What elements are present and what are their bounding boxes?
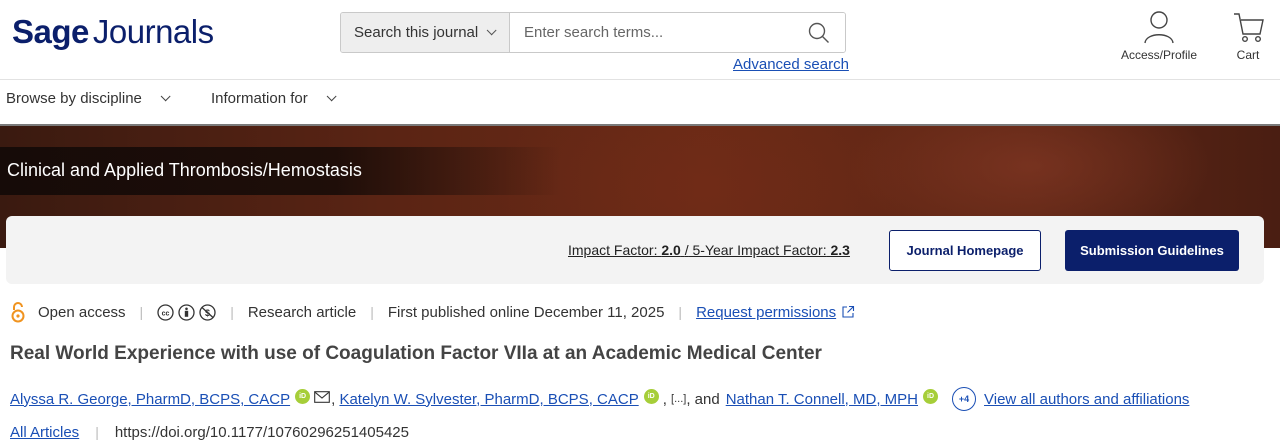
comma: , — [686, 390, 695, 408]
main-nav: Browse by discipline Information for — [0, 80, 1280, 124]
request-permissions-link[interactable]: Request permissions — [696, 304, 836, 321]
submission-guidelines-button[interactable]: Submission Guidelines — [1065, 230, 1239, 271]
comma: , — [662, 390, 672, 408]
access-profile-button[interactable]: Access/Profile — [1114, 10, 1204, 62]
authors-ellipsis[interactable]: [...] — [671, 393, 686, 405]
cart-icon — [1234, 13, 1264, 43]
five-year-impact-label: 5-Year Impact Factor: — [692, 242, 827, 258]
impact-factor-label: Impact Factor: — [568, 242, 658, 258]
user-icon — [1144, 11, 1174, 44]
separator: | — [139, 304, 144, 320]
nav-browse-by-discipline[interactable]: Browse by discipline — [6, 90, 171, 107]
author-link[interactable]: Nathan T. Connell, MD, MPH — [726, 391, 918, 408]
site-header: SageJournals Search this journal Advance… — [0, 0, 1280, 80]
article-links-row: All Articles | https://doi.org/10.1177/1… — [10, 422, 409, 442]
orcid-icon[interactable]: iD — [295, 388, 311, 404]
comma: , — [331, 390, 340, 408]
chevron-down-icon — [486, 25, 497, 36]
license-icons[interactable]: cc $ — [157, 303, 216, 321]
nav-item-label: Browse by discipline — [6, 90, 142, 107]
doi-text[interactable]: https://doi.org/10.1177/1076029625140542… — [115, 424, 409, 441]
search-button[interactable] — [793, 13, 845, 52]
chevron-down-icon — [160, 91, 171, 102]
search-scope-dropdown[interactable]: Search this journal — [341, 13, 510, 52]
separator: | — [230, 304, 234, 320]
article-meta: Open access | cc $ | Research article | … — [10, 300, 855, 324]
attribution-icon — [178, 303, 195, 321]
impact-factor-link[interactable]: Impact Factor: 2.0 / 5-Year Impact Facto… — [568, 242, 850, 258]
five-year-impact-value: 2.3 — [830, 242, 850, 258]
cart-button[interactable]: Cart — [1226, 10, 1270, 62]
nav-information-for[interactable]: Information for — [211, 90, 337, 107]
nav-item-label: Information for — [211, 90, 308, 107]
search-bar: Search this journal — [340, 12, 846, 53]
svg-text:cc: cc — [162, 310, 170, 317]
and-word: and — [694, 390, 720, 408]
chevron-down-icon — [326, 91, 337, 102]
view-all-authors-link[interactable]: View all authors and affiliations — [984, 391, 1189, 408]
noncommercial-icon: $ — [199, 303, 216, 321]
journal-title[interactable]: Clinical and Applied Thrombosis/Hemostas… — [7, 160, 362, 181]
author-link[interactable]: Katelyn W. Sylvester, PharmD, BCPS, CACP — [339, 391, 638, 408]
journal-homepage-button[interactable]: Journal Homepage — [889, 230, 1041, 271]
open-access-label: Open access — [38, 303, 126, 321]
all-articles-link[interactable]: All Articles — [10, 424, 79, 441]
sage-journals-logo[interactable]: Sage Journals — [12, 12, 214, 52]
article-type: Research article — [247, 303, 357, 321]
advanced-search-link[interactable]: Advanced search — [733, 56, 849, 73]
external-link-icon — [842, 305, 855, 318]
publication-date: First published online December 11, 2025 — [387, 303, 665, 321]
cart-label: Cart — [1236, 48, 1260, 62]
access-profile-label: Access/Profile — [1120, 48, 1198, 62]
creative-commons-icon: cc — [157, 303, 174, 321]
orcid-icon[interactable]: iD — [923, 388, 939, 404]
search-input[interactable] — [510, 13, 793, 52]
impact-divider: / — [684, 242, 689, 258]
impact-factor-value: 2.0 — [661, 242, 681, 258]
article-title: Real World Experience with use of Coagul… — [10, 343, 822, 364]
search-icon — [808, 22, 829, 43]
search-scope-label: Search this journal — [354, 24, 479, 41]
email-icon[interactable] — [314, 391, 330, 403]
author-list: Alyssa R. George, PharmD, BCPS, CACP iD … — [10, 387, 1189, 411]
orcid-icon[interactable]: iD — [643, 388, 659, 404]
author-link[interactable]: Alyssa R. George, PharmD, BCPS, CACP — [10, 391, 290, 408]
separator: | — [678, 304, 683, 320]
more-authors-badge[interactable]: +4 — [952, 387, 977, 411]
open-access-lock-icon — [11, 302, 25, 323]
separator: | — [370, 304, 374, 320]
separator: | — [95, 424, 99, 440]
